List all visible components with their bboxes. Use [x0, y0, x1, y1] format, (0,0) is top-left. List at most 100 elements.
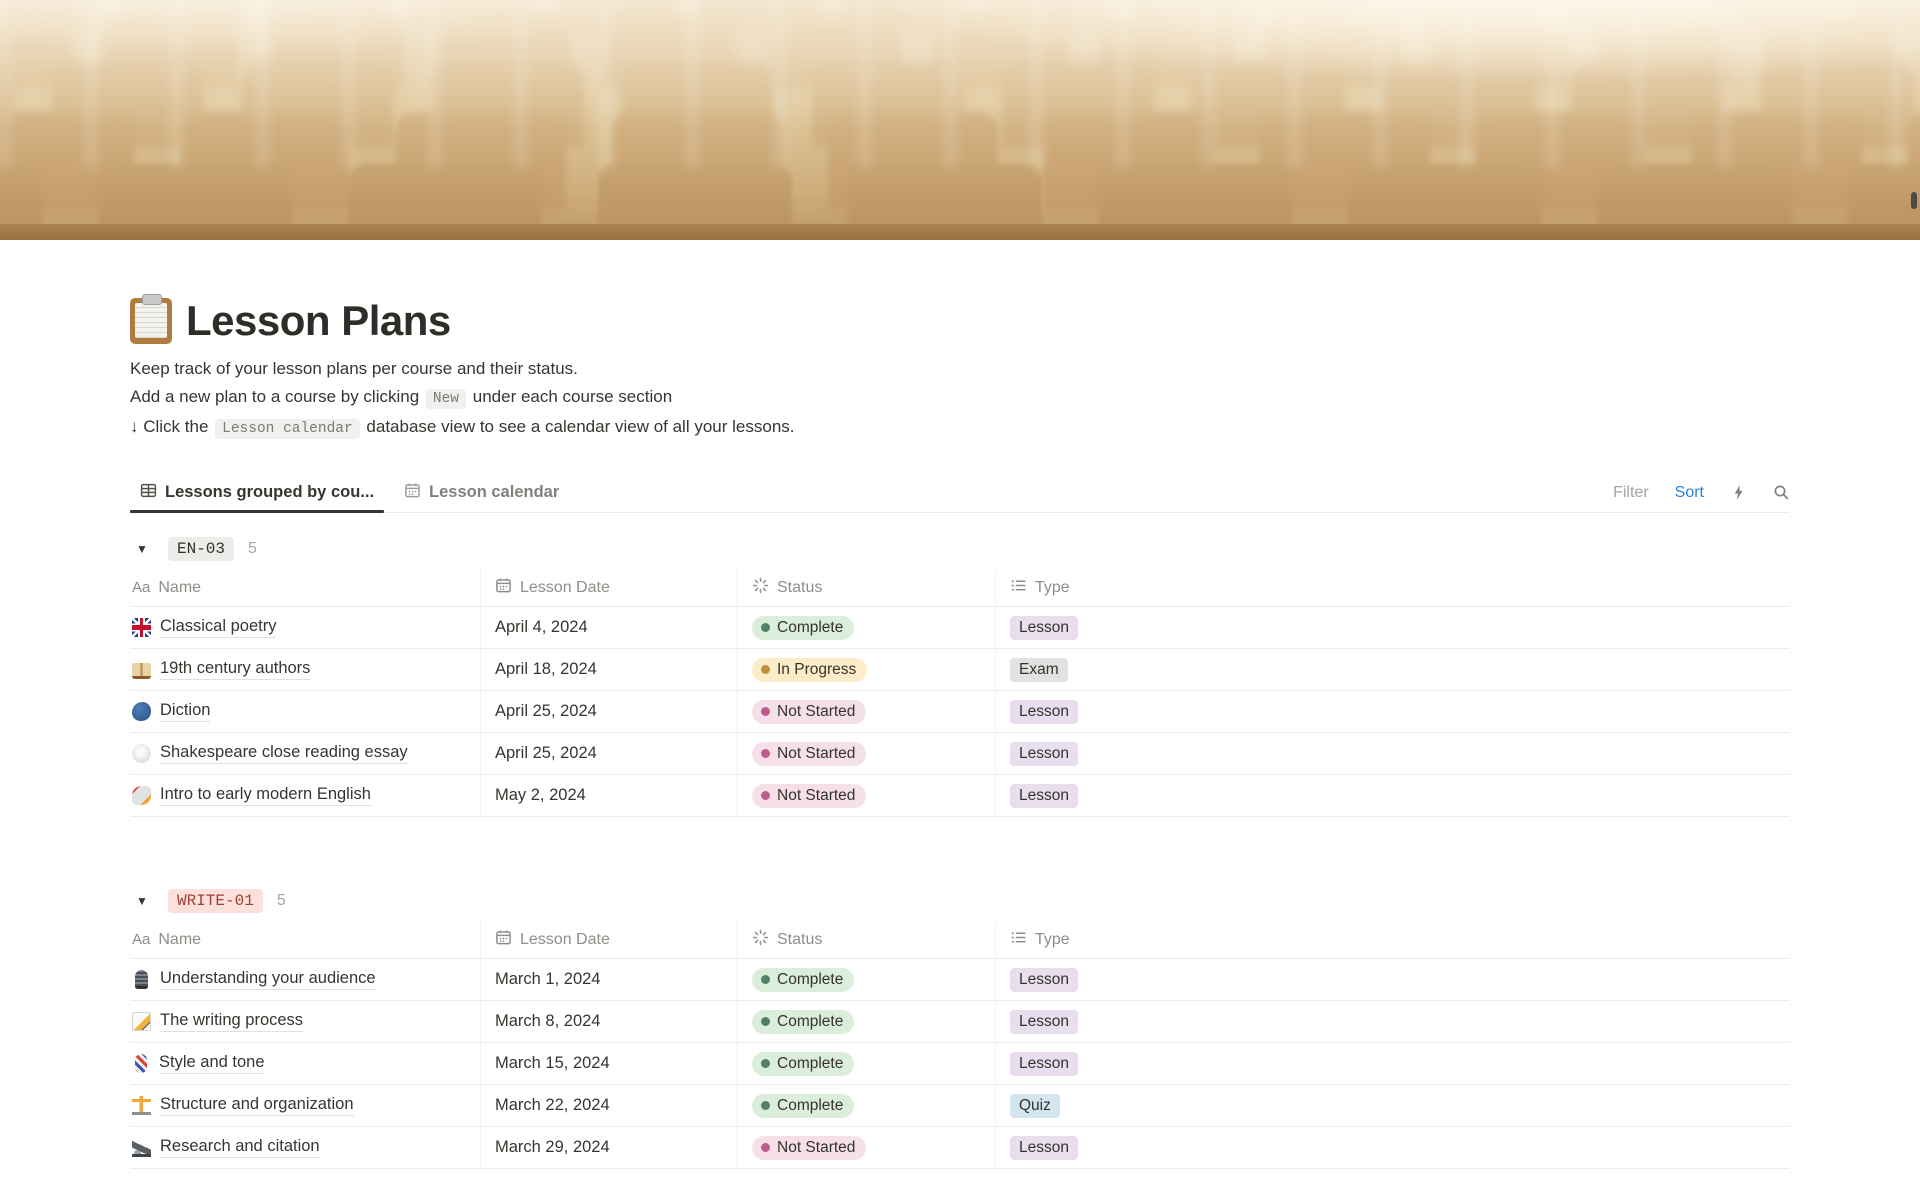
- status-cell[interactable]: Not Started: [738, 1127, 996, 1168]
- status-cell[interactable]: Not Started: [738, 691, 996, 732]
- status-cell[interactable]: Complete: [738, 1043, 996, 1084]
- status-cell[interactable]: Not Started: [738, 775, 996, 816]
- group-toggle-icon[interactable]: ▼: [130, 889, 154, 913]
- status-badge: Not Started: [752, 699, 867, 724]
- status-icon: [752, 929, 769, 951]
- type-badge: Lesson: [1010, 699, 1078, 724]
- status-badge: Complete: [752, 1093, 855, 1118]
- lesson-name-link[interactable]: The writing process: [160, 1011, 304, 1032]
- filter-button[interactable]: Filter: [1613, 484, 1649, 502]
- memo-emoji: [132, 1012, 151, 1031]
- lesson-name-link[interactable]: Diction: [160, 701, 211, 722]
- group-tag[interactable]: WRITE-01: [168, 889, 263, 913]
- flag-gb-emoji: [132, 618, 151, 637]
- lesson-date-cell[interactable]: March 8, 2024: [481, 1001, 738, 1042]
- status-badge: Complete: [752, 615, 855, 640]
- description-line-3: ↓ Click the Lesson calendar database vie…: [130, 417, 795, 439]
- page-title: Lesson Plans: [186, 297, 451, 344]
- lesson-date-cell[interactable]: April 4, 2024: [481, 607, 738, 648]
- column-header-type[interactable]: Type: [996, 921, 1790, 958]
- type-cell[interactable]: Lesson: [996, 1127, 1790, 1168]
- search-icon[interactable]: [1773, 484, 1790, 501]
- lesson-name-link[interactable]: Classical poetry: [160, 617, 277, 638]
- cover-image: [0, 0, 1920, 240]
- table-row: Shakespeare close reading essay April 25…: [130, 733, 1790, 775]
- lesson-date-cell[interactable]: March 15, 2024: [481, 1043, 738, 1084]
- group-toggle-icon[interactable]: ▼: [130, 537, 154, 561]
- status-cell[interactable]: Complete: [738, 1001, 996, 1042]
- type-badge: Lesson: [1010, 1051, 1078, 1076]
- lesson-name-link[interactable]: Research and citation: [160, 1137, 320, 1158]
- status-cell[interactable]: Complete: [738, 1085, 996, 1126]
- status-cell[interactable]: Not Started: [738, 733, 996, 774]
- status-badge: Complete: [752, 967, 855, 992]
- tab-lesson-calendar[interactable]: Lesson calendar: [394, 473, 569, 512]
- lesson-date-cell[interactable]: April 18, 2024: [481, 649, 738, 690]
- lesson-name-link[interactable]: Intro to early modern English: [160, 785, 371, 806]
- status-badge: Complete: [752, 1051, 855, 1076]
- type-cell[interactable]: Quiz: [996, 1085, 1790, 1126]
- type-cell[interactable]: Lesson: [996, 1043, 1790, 1084]
- type-cell[interactable]: Lesson: [996, 733, 1790, 774]
- lesson-date-cell[interactable]: March 1, 2024: [481, 959, 738, 1000]
- column-header-status[interactable]: Status: [738, 921, 996, 958]
- column-header-status[interactable]: Status: [738, 569, 996, 606]
- vertical-scrollbar-thumb[interactable]: [1911, 192, 1917, 209]
- sort-button[interactable]: Sort: [1675, 484, 1704, 502]
- type-cell[interactable]: Lesson: [996, 959, 1790, 1000]
- type-cell[interactable]: Exam: [996, 649, 1790, 690]
- text-icon: Aa: [132, 578, 151, 596]
- group-count: 5: [276, 892, 286, 909]
- column-header-lesson-date[interactable]: Lesson Date: [481, 569, 738, 606]
- lesson-name-link[interactable]: Understanding your audience: [160, 969, 376, 990]
- lightning-icon[interactable]: [1730, 484, 1747, 501]
- column-label: Lesson Date: [520, 930, 610, 948]
- column-label: Status: [777, 578, 823, 596]
- type-cell[interactable]: Lesson: [996, 691, 1790, 732]
- table-row: Research and citation March 29, 2024 Not…: [130, 1127, 1790, 1169]
- lesson-name-link[interactable]: Shakespeare close reading essay: [160, 743, 408, 764]
- microscope-emoji: [132, 1138, 151, 1157]
- status-badge: Not Started: [752, 1135, 867, 1160]
- status-cell[interactable]: In Progress: [738, 649, 996, 690]
- table-row: Intro to early modern English May 2, 202…: [130, 775, 1790, 817]
- type-cell[interactable]: Lesson: [996, 1001, 1790, 1042]
- column-header-name[interactable]: Aa Name: [130, 569, 481, 606]
- column-header-name[interactable]: Aa Name: [130, 921, 481, 958]
- status-cell[interactable]: Complete: [738, 959, 996, 1000]
- group-count: 5: [248, 540, 257, 557]
- column-header-type[interactable]: Type: [996, 569, 1790, 606]
- type-badge: Lesson: [1010, 741, 1078, 766]
- status-badge: Complete: [752, 1009, 855, 1034]
- type-cell[interactable]: Lesson: [996, 607, 1790, 648]
- lesson-name-link[interactable]: 19th century authors: [160, 659, 311, 680]
- view-tab-bar: Lessons grouped by cou... Lesson calenda…: [130, 473, 1790, 513]
- tab-lessons-grouped-by-cou-[interactable]: Lessons grouped by cou...: [130, 473, 385, 513]
- type-badge: Exam: [1010, 657, 1068, 682]
- type-badge: Lesson: [1010, 783, 1078, 808]
- column-label: Type: [1035, 578, 1070, 596]
- clipboard-icon[interactable]: [130, 294, 172, 344]
- status-cell[interactable]: Complete: [738, 607, 996, 648]
- lesson-date-cell[interactable]: April 25, 2024: [481, 691, 738, 732]
- calendar-icon: [495, 577, 512, 599]
- crane-emoji: [132, 1096, 151, 1115]
- calendar-icon: [404, 482, 421, 504]
- type-badge: Lesson: [1010, 1009, 1078, 1034]
- tab-label: Lesson calendar: [429, 483, 560, 501]
- table-row: The writing process March 8, 2024 Comple…: [130, 1001, 1790, 1043]
- lesson-name-link[interactable]: Structure and organization: [160, 1095, 354, 1116]
- group-tag[interactable]: EN-03: [168, 537, 235, 561]
- table-row: Understanding your audience March 1, 202…: [130, 959, 1790, 1001]
- column-header-lesson-date[interactable]: Lesson Date: [481, 921, 738, 958]
- table-row: Diction April 25, 2024 Not Started Lesso…: [130, 691, 1790, 733]
- column-label: Lesson Date: [520, 578, 610, 596]
- lesson-name-link[interactable]: Style and tone: [159, 1053, 265, 1074]
- lesson-date-cell[interactable]: March 29, 2024: [481, 1127, 738, 1168]
- lesson-date-cell[interactable]: April 25, 2024: [481, 733, 738, 774]
- lesson-date-cell[interactable]: March 22, 2024: [481, 1085, 738, 1126]
- table-header-row: Aa Name Lesson Date Status Type: [130, 921, 1790, 959]
- lesson-date-cell[interactable]: May 2, 2024: [481, 775, 738, 816]
- text-icon: Aa: [132, 930, 151, 948]
- type-cell[interactable]: Lesson: [996, 775, 1790, 816]
